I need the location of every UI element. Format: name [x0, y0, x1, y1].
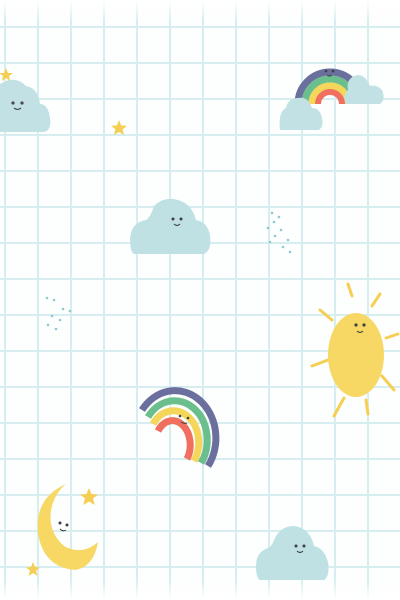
star-icon — [80, 488, 98, 505]
raindrops-icon — [45, 296, 72, 331]
bottom-edge-fade — [0, 580, 400, 600]
star-icon — [26, 562, 40, 576]
cloud-icon — [344, 75, 384, 104]
sun-icon — [310, 282, 400, 418]
cloud-icon — [0, 79, 51, 132]
cloud-icon — [130, 198, 211, 254]
star-icon — [111, 120, 127, 135]
raindrops-icon — [266, 211, 292, 254]
star-icon — [0, 68, 13, 81]
doodle-layer — [0, 68, 400, 580]
cloud-icon — [256, 526, 329, 580]
rainbow-icon — [139, 387, 220, 468]
